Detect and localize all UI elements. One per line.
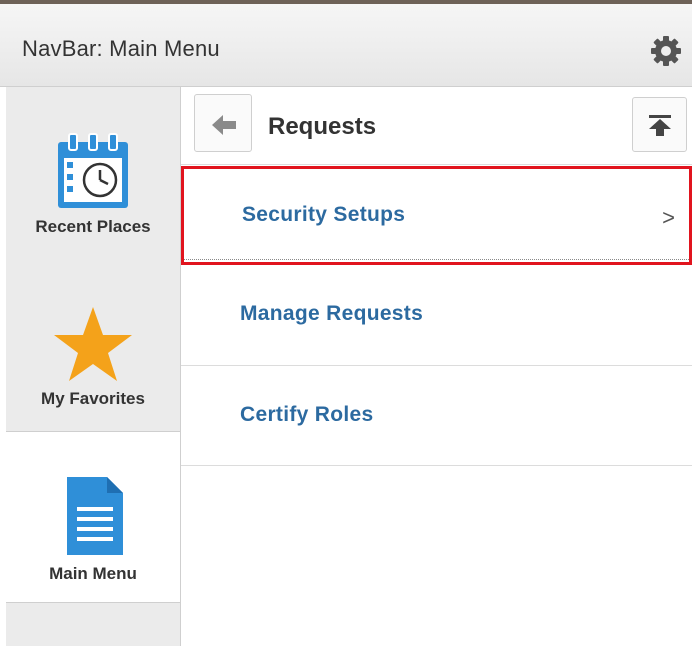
- focus-dotted-line: [184, 259, 689, 260]
- menu-item-label: Certify Roles: [240, 403, 374, 426]
- navbar-title: NavBar: Main Menu: [22, 36, 220, 61]
- navbar-header: NavBar: Main Menu: [0, 4, 692, 87]
- back-button[interactable]: [194, 94, 252, 152]
- menu-item-manage-requests[interactable]: Manage Requests: [181, 265, 692, 366]
- star-icon: [52, 305, 134, 388]
- sidebar-item-label: My Favorites: [41, 389, 145, 408]
- menu-item-certify-roles[interactable]: Certify Roles: [181, 366, 692, 466]
- chevron-right-icon: >: [662, 205, 675, 230]
- menu-item-security-setups[interactable]: Security Setups >: [181, 166, 692, 265]
- sidebar-item-main-menu[interactable]: Main Menu: [6, 431, 180, 603]
- sidebar-item-label: Recent Places: [35, 217, 151, 236]
- document-icon: [63, 475, 125, 562]
- navbar-sidebar: Recent Places My Favorites Main Menu: [6, 87, 181, 646]
- sidebar-item-my-favorites[interactable]: My Favorites: [6, 259, 180, 431]
- back-arrow-icon: [212, 115, 236, 135]
- menu-item-label: Manage Requests: [240, 302, 424, 325]
- main-content: Requests Security Setups > Manage Reques…: [181, 87, 692, 646]
- sidebar-item-recent-places[interactable]: Recent Places: [6, 87, 180, 259]
- menu-item-label: Security Setups: [242, 203, 406, 226]
- sidebar-item-label: Main Menu: [49, 564, 137, 583]
- gear-icon[interactable]: [648, 33, 684, 69]
- content-header: Requests: [181, 87, 692, 165]
- page-title: Requests: [268, 113, 377, 140]
- scroll-to-top-icon: [649, 115, 671, 136]
- scroll-to-top-button[interactable]: [632, 97, 687, 152]
- calendar-clock-icon: [54, 130, 132, 217]
